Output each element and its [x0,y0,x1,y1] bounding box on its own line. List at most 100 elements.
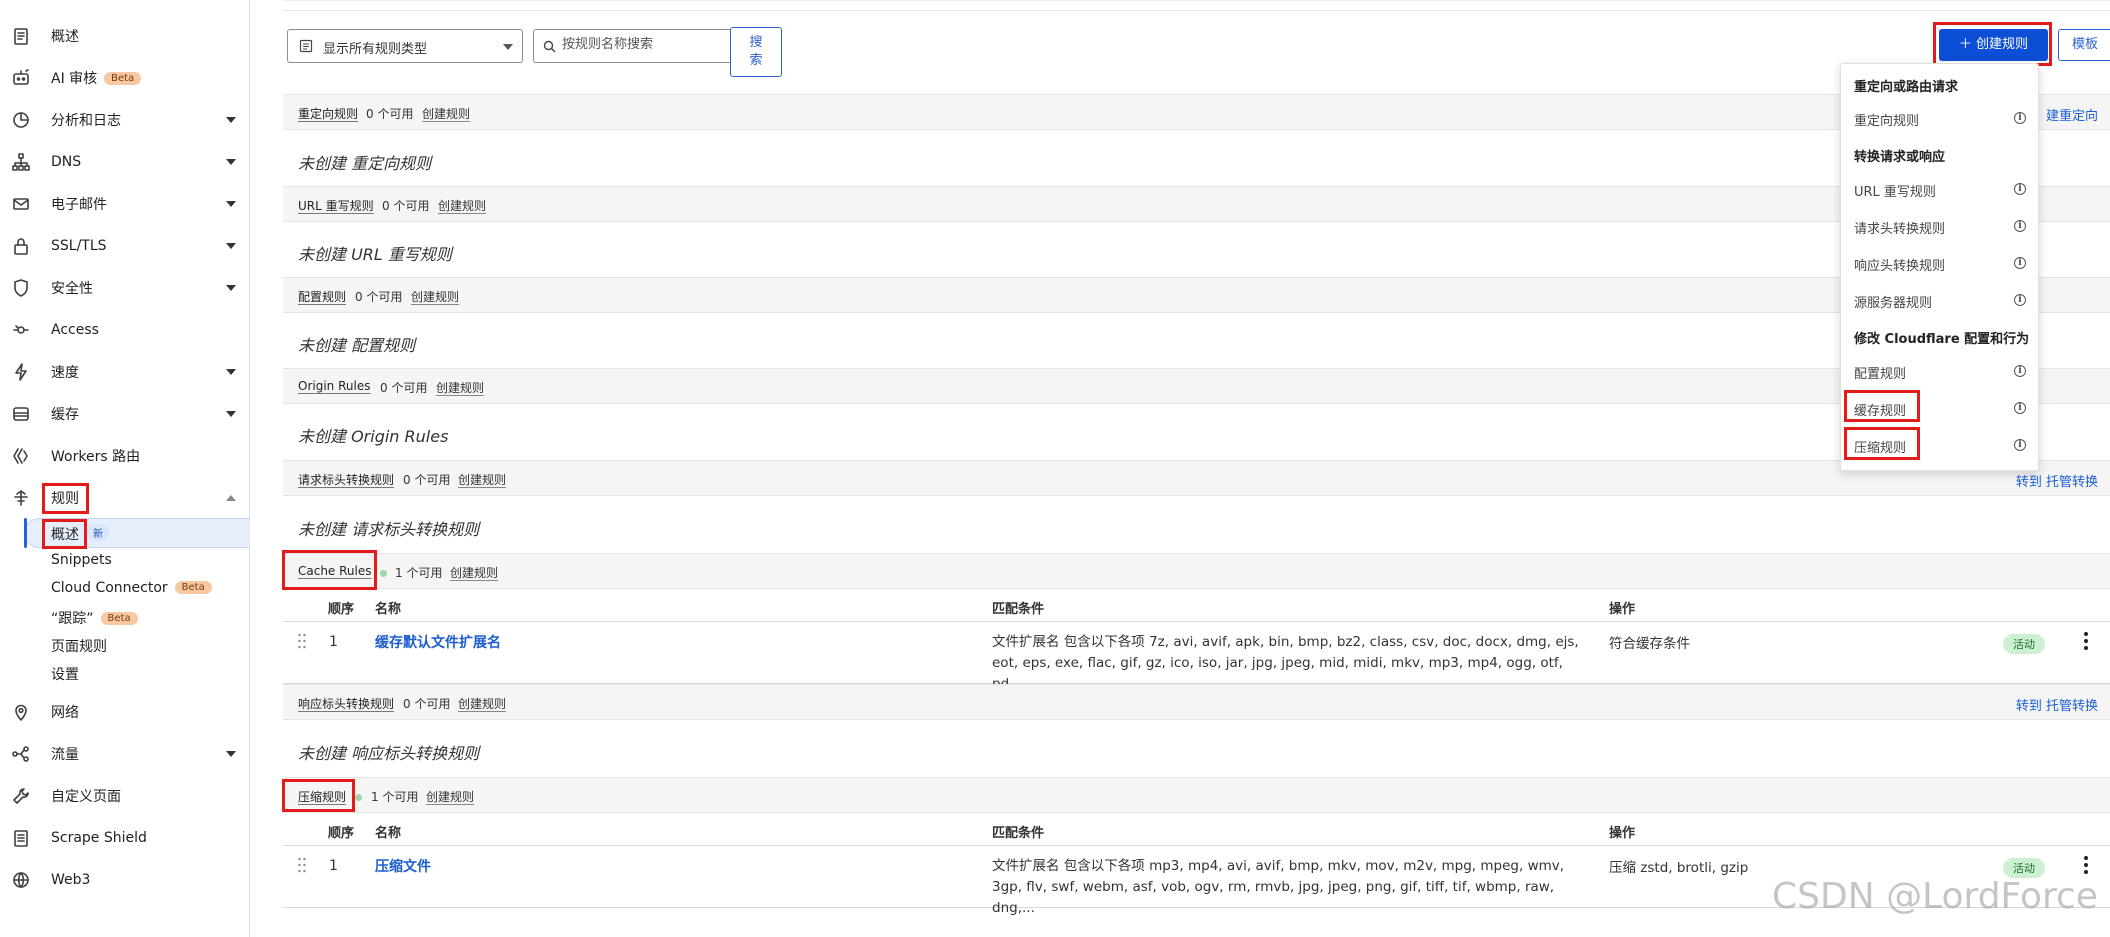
sidebar-item-custom-pages[interactable]: 自定义页面 [0,776,250,816]
section-url-rewrite: URL 重写规则 0 个可用 创建规则 [283,186,2110,222]
sidebar-item-ssl-tls[interactable]: SSL/TLS [0,226,250,266]
rule-name-link[interactable]: 缓存默认文件扩展名 [375,632,501,652]
more-options-icon[interactable] [2084,632,2090,654]
section-title[interactable]: URL 重写规则 [298,197,374,214]
create-rule-link[interactable]: 创建规则 [422,105,470,122]
section-title[interactable]: Origin Rules [298,379,370,393]
sidebar-item-workers-routes[interactable]: Workers 路由 [0,436,250,476]
dropdown-item-url-rewrite[interactable]: URL 重写规则 [1854,181,1936,200]
section-title[interactable]: 响应标头转换规则 [298,695,394,712]
info-icon[interactable]: i [2014,365,2026,377]
server-icon [11,404,31,424]
search-input[interactable] [562,37,722,52]
sidebar-item-label: 速度 [51,365,79,381]
sidebar-item-speed[interactable]: 速度 [0,352,250,392]
rule-type-filter[interactable]: 显示所有规则类型 [287,29,523,63]
chevron-down-icon [226,201,236,207]
highlight-box-compression-rules [282,779,355,812]
info-icon[interactable]: i [2014,220,2026,232]
sidebar-sub-trace[interactable]: “跟踪” Beta [51,608,138,628]
sidebar-item-dns[interactable]: DNS [0,142,250,182]
sidebar-item-web3[interactable]: Web3 [0,860,250,900]
drag-handle-icon[interactable] [297,856,307,874]
dropdown-item-redirect-rules[interactable]: 重定向规则 [1854,110,1919,129]
create-rule-link[interactable]: 创建规则 [411,288,459,305]
create-rule-link[interactable]: 创建规则 [438,197,486,214]
rule-order: 1 [329,634,338,650]
sidebar-sub-cloud-connector[interactable]: Cloud Connector Beta [51,580,212,596]
sidebar-item-email[interactable]: 电子邮件 [0,184,250,224]
sidebar-item-ai-audit[interactable]: AI 审核 Beta [0,58,250,98]
info-icon[interactable]: i [2014,439,2026,451]
template-button[interactable]: 模板 [2058,29,2110,61]
rules-icon [11,488,31,508]
available-count: 0 个可用 [380,381,428,395]
sidebar-item-cache[interactable]: 缓存 [0,394,250,434]
dropdown-group-title: 转换请求或响应 [1854,150,1946,165]
new-badge: 新 [87,524,109,541]
sidebar-item-access[interactable]: Access [0,310,250,350]
highlight-box-overview [42,519,87,549]
sidebar-item-traffic[interactable]: 流量 [0,734,250,774]
column-action: 操作 [1609,826,1636,841]
sidebar-item-rules[interactable]: 规则 [0,478,250,518]
highlight-box-rules [42,483,89,514]
available-count: 0 个可用 [355,290,403,304]
filter-value: 显示所有规则类型 [323,42,428,57]
sidebar-item-network[interactable]: 网络 [0,692,250,732]
beta-badge: Beta [104,72,142,85]
section-response-header-transform: 响应标头转换规则 0 个可用 创建规则 转到 托管转换 [283,684,2110,720]
sidebar-sub-label: “跟踪” [51,611,94,627]
create-rule-link[interactable]: 创建规则 [426,788,474,805]
section-title[interactable]: 请求标头转换规则 [298,471,394,488]
access-icon [11,320,31,340]
rule-name-link[interactable]: 压缩文件 [375,856,431,876]
rule-action: 压缩 zstd, brotli, gzip [1609,860,1749,876]
sidebar-item-label: 网络 [51,705,79,721]
sidebar-item-label: SSL/TLS [51,238,107,254]
condition-line: 3gp, flv, swf, webm, asf, vob, ogv, rm, … [992,879,1555,916]
managed-transforms-link[interactable]: 转到 托管转换 [2016,471,2098,490]
create-rule-link[interactable]: 创建规则 [436,379,484,396]
create-rule-link[interactable]: 创建规则 [458,695,506,712]
column-order: 顺序 [328,826,355,841]
search-button[interactable]: 搜索 [730,27,782,77]
sidebar-sub-settings[interactable]: 设置 [51,664,79,684]
dropdown-item-response-header[interactable]: 响应头转换规则 [1854,255,1945,274]
sidebar-item-overview[interactable]: 概述 [0,16,250,56]
info-icon[interactable]: i [2014,257,2026,269]
section-title[interactable]: 重定向规则 [298,105,358,122]
beta-badge: Beta [174,581,212,594]
create-rule-link[interactable]: 创建规则 [450,564,498,581]
sidebar-item-security[interactable]: 安全性 [0,268,250,308]
sidebar-sub-snippets[interactable]: Snippets [51,552,112,568]
info-icon[interactable]: i [2014,112,2026,124]
more-options-icon[interactable] [2084,856,2090,878]
create-rule-link[interactable]: 创建规则 [458,471,506,488]
info-icon[interactable]: i [2014,183,2026,195]
dropdown-item-config-rules[interactable]: 配置规则 [1854,363,1906,382]
info-icon[interactable]: i [2014,294,2026,306]
managed-transforms-link[interactable]: 转到 托管转换 [2016,695,2098,714]
dropdown-item-origin-rules[interactable]: 源服务器规则 [1854,292,1932,311]
sidebar-item-label: Web3 [51,872,91,888]
location-pin-icon [11,702,31,722]
sidebar-item-analytics[interactable]: 分析和日志 [0,100,250,140]
section-compression-rules: 压缩规则 1 个可用 创建规则 [283,777,2110,813]
sidebar-sub-page-rules[interactable]: 页面规则 [51,636,107,656]
web3-globe-icon [11,870,31,890]
sidebar-item-scrape-shield[interactable]: Scrape Shield [0,818,250,858]
search-button-label: 搜索 [749,35,763,68]
clipboard-icon [11,26,31,46]
status-dot [380,570,387,577]
sidebar-item-label: 电子邮件 [51,197,107,213]
column-match: 匹配条件 [992,602,1045,617]
drag-handle-icon[interactable] [297,632,307,650]
available-count: 1 个可用 [395,566,443,580]
sidebar-item-label: Scrape Shield [51,830,147,846]
dropdown-item-request-header[interactable]: 请求头转换规则 [1854,218,1945,237]
sidebar-item-label: 分析和日志 [51,113,121,129]
section-title[interactable]: 配置规则 [298,288,346,305]
redirect-link[interactable]: 建重定向 [2046,105,2098,124]
info-icon[interactable]: i [2014,402,2026,414]
